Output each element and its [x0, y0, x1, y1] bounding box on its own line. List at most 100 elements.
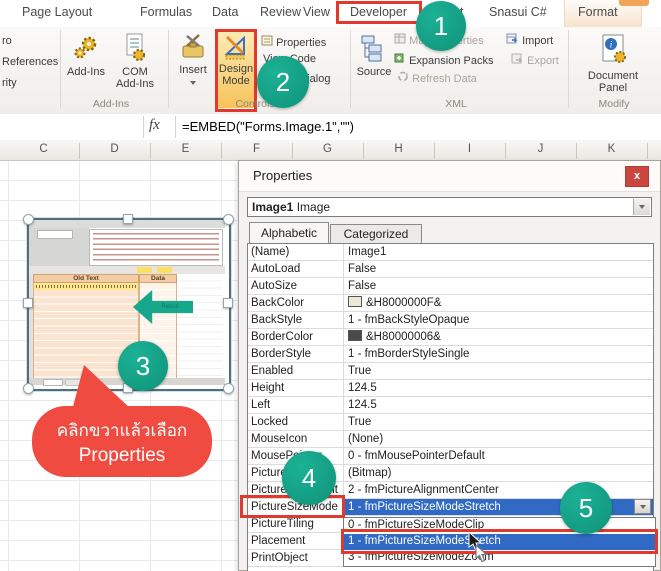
source-button[interactable]: Source	[354, 33, 394, 78]
group-label-controls: Controls	[172, 98, 338, 110]
properties-icon	[261, 37, 276, 49]
properties-titlebar[interactable]: Properties	[239, 161, 660, 192]
gears-icon	[73, 54, 99, 66]
formula-bar: fx =EMBED("Forms.Image.1","")	[0, 114, 661, 141]
mini-formula-text-lines	[93, 233, 219, 262]
property-row-borderstyle[interactable]: BorderStyle1 - fmBorderStyleSingle	[248, 346, 653, 363]
selection-handle[interactable]	[123, 214, 133, 224]
com-add-ins-label-2: Add-Ins	[116, 78, 154, 90]
selection-handle[interactable]	[23, 298, 33, 308]
property-row-height[interactable]: Height124.5	[248, 380, 653, 397]
selection-handle[interactable]	[223, 383, 234, 394]
document-panel-label-1: Document	[588, 70, 638, 82]
property-row-autosize[interactable]: AutoSizeFalse	[248, 278, 653, 295]
color-swatch	[348, 296, 362, 307]
property-row-bordercolor[interactable]: BorderColor&H80000006&	[248, 329, 653, 346]
group-label-add-ins: Add-Ins	[64, 98, 158, 110]
document-panel-button[interactable]: i Document Panel	[576, 33, 650, 94]
dropdown-option-zoom[interactable]: 3 - fmPictureSizeModeZoom	[344, 550, 655, 566]
tab-page-layout[interactable]: Page Layout	[22, 5, 92, 19]
object-name: Image1	[252, 200, 293, 214]
property-row-enabled[interactable]: EnabledTrue	[248, 363, 653, 380]
com-add-ins-label-1: COM	[122, 66, 148, 78]
com-add-ins-button[interactable]: COM Add-Ins	[112, 33, 158, 90]
group-divider	[168, 30, 169, 108]
expansion-packs-label: Expansion Packs	[409, 55, 493, 67]
mini-highlighted-header	[157, 267, 172, 273]
fx-icon: fx	[149, 117, 160, 134]
tab-formulas[interactable]: Formulas	[140, 5, 192, 19]
tab-categorized[interactable]: Categorized	[330, 224, 422, 243]
document-panel-icon: i	[598, 58, 628, 70]
formula-input[interactable]: =EMBED("Forms.Image.1","")	[182, 119, 354, 134]
column-header-h[interactable]: H	[363, 143, 435, 159]
partial-label-security: rity	[2, 77, 17, 89]
property-row-mouseicon[interactable]: MouseIcon(None)	[248, 431, 653, 448]
mini-highlighted-header	[137, 267, 152, 273]
property-row-left[interactable]: Left124.5	[248, 397, 653, 414]
step-badge-3: 3	[118, 341, 168, 391]
properties-window-title: Properties	[253, 168, 312, 183]
property-row-backstyle[interactable]: BackStyle1 - fmBackStyleOpaque	[248, 312, 653, 329]
expansion-packs-button[interactable]: Expansion Packs	[394, 53, 493, 67]
insert-control-button[interactable]: Insert	[172, 33, 214, 88]
tab-snasui[interactable]: Snasui C#	[489, 5, 547, 19]
group-label-xml: XML	[354, 98, 558, 110]
map-properties-icon	[394, 35, 409, 47]
property-row-locked[interactable]: LockedTrue	[248, 414, 653, 431]
column-header-i[interactable]: I	[434, 143, 506, 159]
partial-label-macro: ro	[2, 35, 12, 47]
selection-handle[interactable]	[23, 383, 34, 394]
group-divider	[568, 30, 569, 108]
expansion-packs-icon	[394, 55, 409, 67]
picturesizemode-dropdown-icon[interactable]	[634, 499, 651, 514]
step-badge-2: 2	[257, 56, 309, 108]
import-icon	[506, 35, 522, 47]
import-button[interactable]: Import	[506, 33, 553, 47]
object-selector[interactable]: Image1 Image	[247, 197, 652, 217]
color-swatch	[348, 330, 362, 341]
column-header-e[interactable]: E	[150, 143, 222, 159]
object-selector-dropdown-icon[interactable]	[633, 199, 650, 215]
control-properties-label: Properties	[276, 37, 326, 49]
insert-label: Insert	[179, 64, 207, 76]
tab-format[interactable]: Format	[578, 5, 618, 19]
refresh-data-label: Refresh Data	[412, 73, 477, 85]
column-header-k[interactable]: K	[576, 143, 648, 159]
import-label: Import	[522, 35, 553, 47]
property-row-autoload[interactable]: AutoLoadFalse	[248, 261, 653, 278]
formula-bar-divider	[175, 116, 176, 138]
group-label-modify: Modify	[570, 98, 658, 110]
refresh-data-icon	[397, 73, 412, 85]
selection-handle[interactable]	[223, 298, 233, 308]
step-badge-4: 4	[282, 451, 336, 505]
tab-review[interactable]: Review	[260, 5, 301, 19]
formula-bar-divider	[143, 116, 144, 138]
mini-yellow-row	[33, 283, 139, 290]
step-badge-5: 5	[560, 482, 612, 534]
refresh-data-button[interactable]: Refresh Data	[397, 71, 477, 85]
column-header-f[interactable]: F	[221, 143, 293, 159]
add-ins-button[interactable]: Add-Ins	[64, 33, 108, 78]
column-header-g[interactable]: G	[292, 143, 364, 159]
close-icon[interactable]: x	[625, 166, 649, 187]
column-header-d[interactable]: D	[79, 143, 151, 159]
property-row-name[interactable]: (Name)Image1	[248, 244, 653, 261]
tab-data[interactable]: Data	[212, 5, 238, 19]
property-row-backcolor[interactable]: BackColor&H8000000F&	[248, 295, 653, 312]
tab-view[interactable]: View	[303, 5, 330, 19]
tab-alphabetic[interactable]: Alphabetic	[249, 222, 329, 243]
tab-developer[interactable]: Developer	[350, 5, 407, 19]
column-header-c[interactable]: C	[8, 143, 80, 159]
add-ins-label: Add-Ins	[67, 66, 105, 78]
export-button[interactable]: Export	[511, 53, 559, 67]
control-properties-button[interactable]: Properties	[261, 35, 326, 49]
dropdown-option-stretch[interactable]: 1 - fmPictureSizeModeStretch	[344, 534, 655, 550]
selection-handle[interactable]	[223, 214, 234, 225]
column-header-j[interactable]: J	[505, 143, 577, 159]
mini-column-headers	[29, 266, 225, 274]
selection-handle[interactable]	[23, 214, 34, 225]
mini-result-label: Result	[161, 304, 178, 310]
list-gear-icon	[123, 54, 147, 66]
mini-old-text-header: Old Text	[33, 274, 139, 283]
